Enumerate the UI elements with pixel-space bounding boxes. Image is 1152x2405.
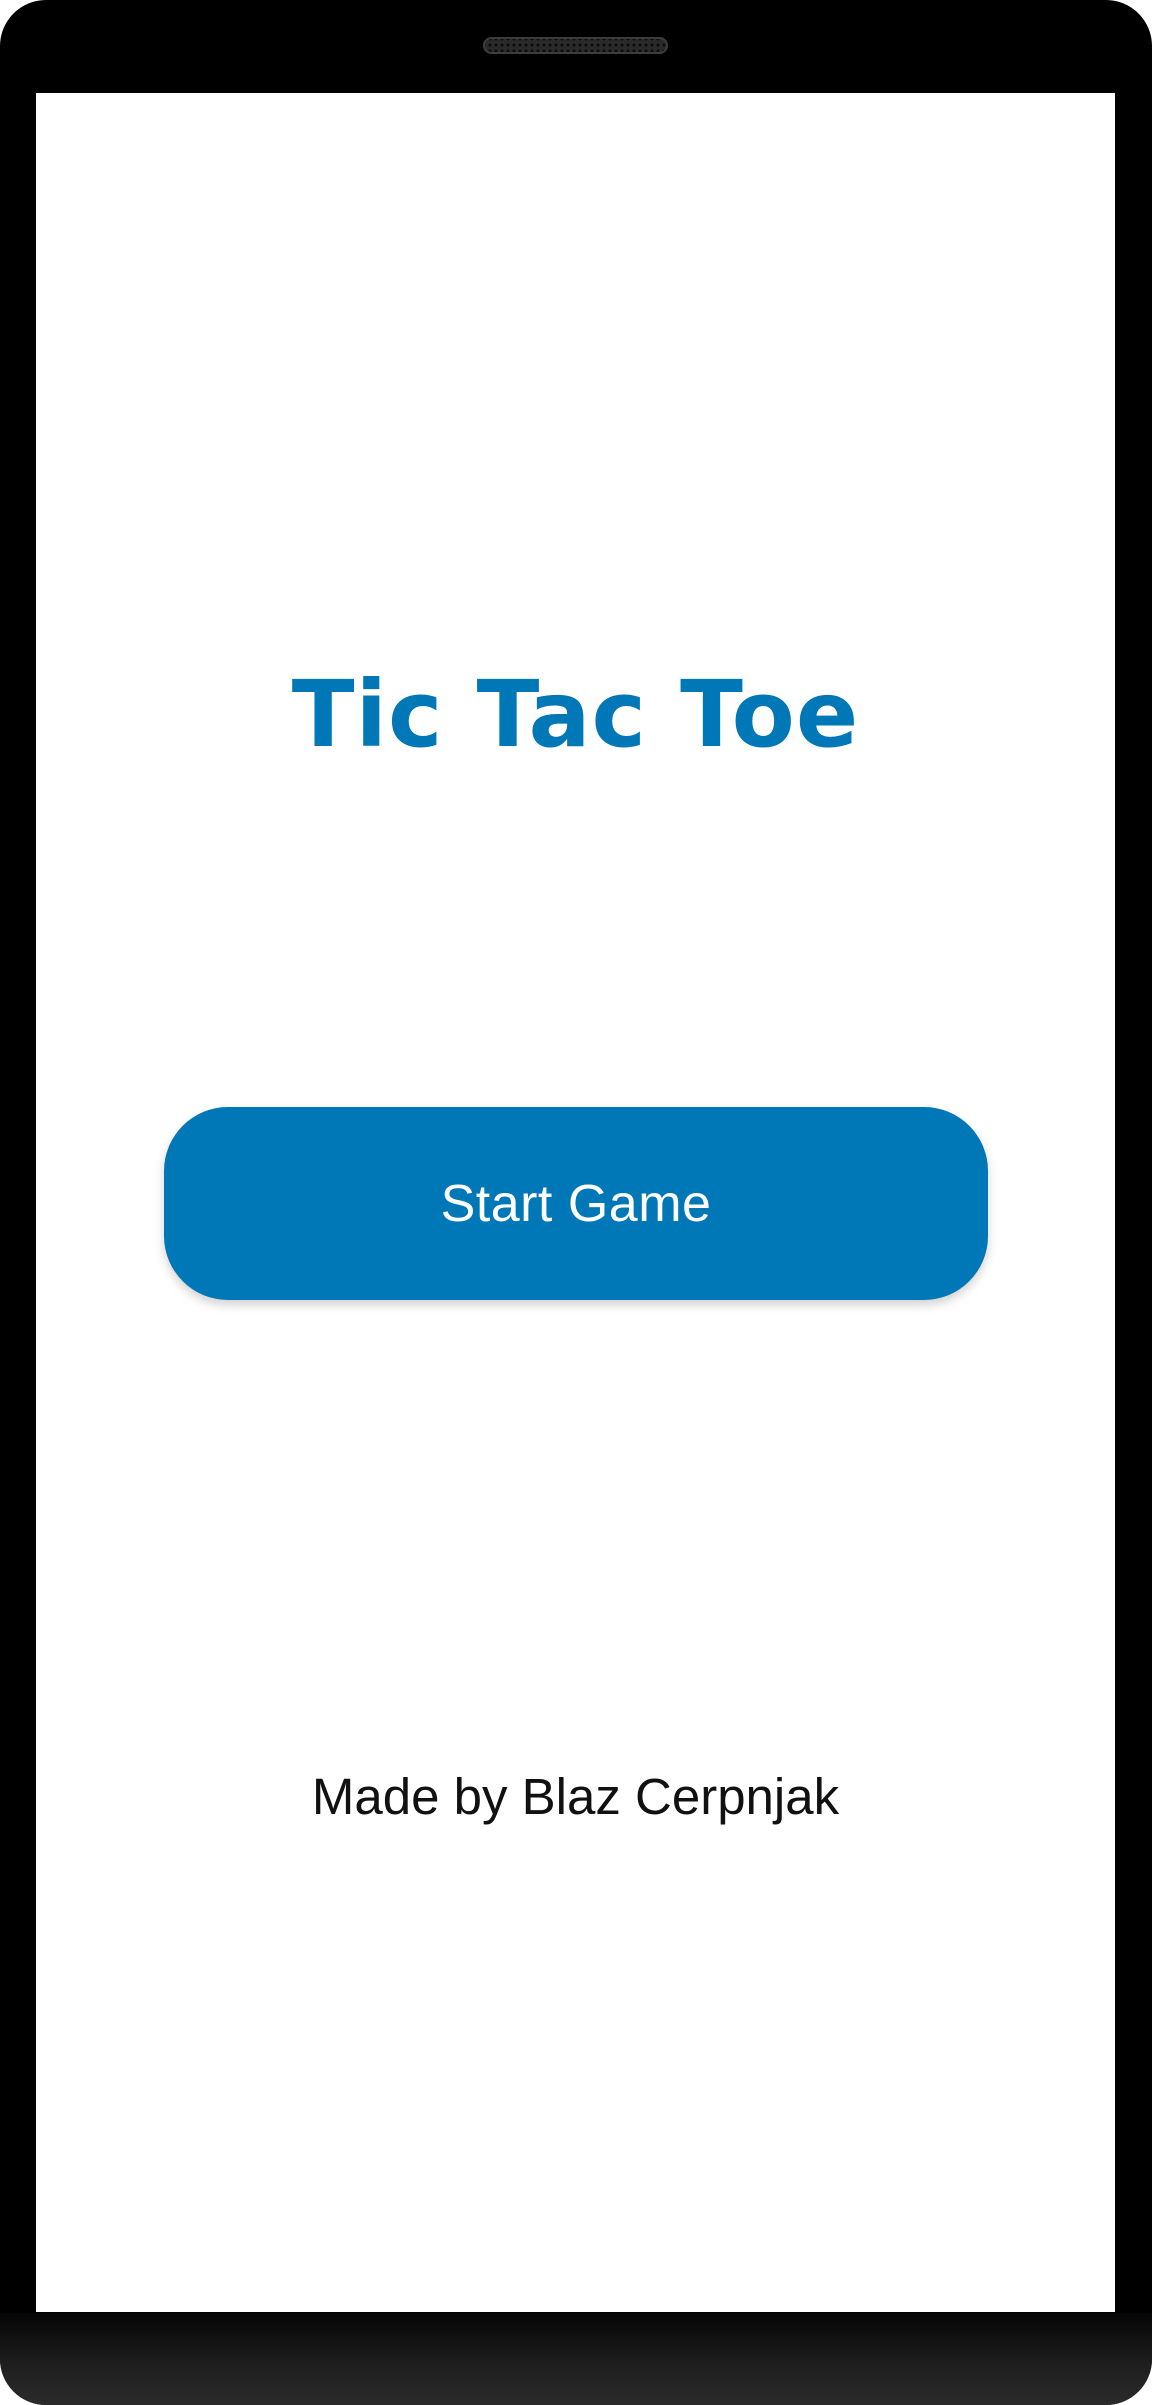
author-credit: Made by Blaz Cerpnjak bbox=[311, 1768, 840, 1825]
phone-frame: Tic Tac Toe Start Game Made by Blaz Cerp… bbox=[0, 0, 1152, 2405]
start-game-button[interactable]: Start Game bbox=[164, 1107, 988, 1300]
app-screen: Tic Tac Toe Start Game Made by Blaz Cerp… bbox=[36, 93, 1115, 2312]
speaker-grille-icon bbox=[483, 37, 668, 54]
page-title: Tic Tac Toe bbox=[291, 661, 860, 768]
bottom-bezel bbox=[0, 2313, 1152, 2405]
